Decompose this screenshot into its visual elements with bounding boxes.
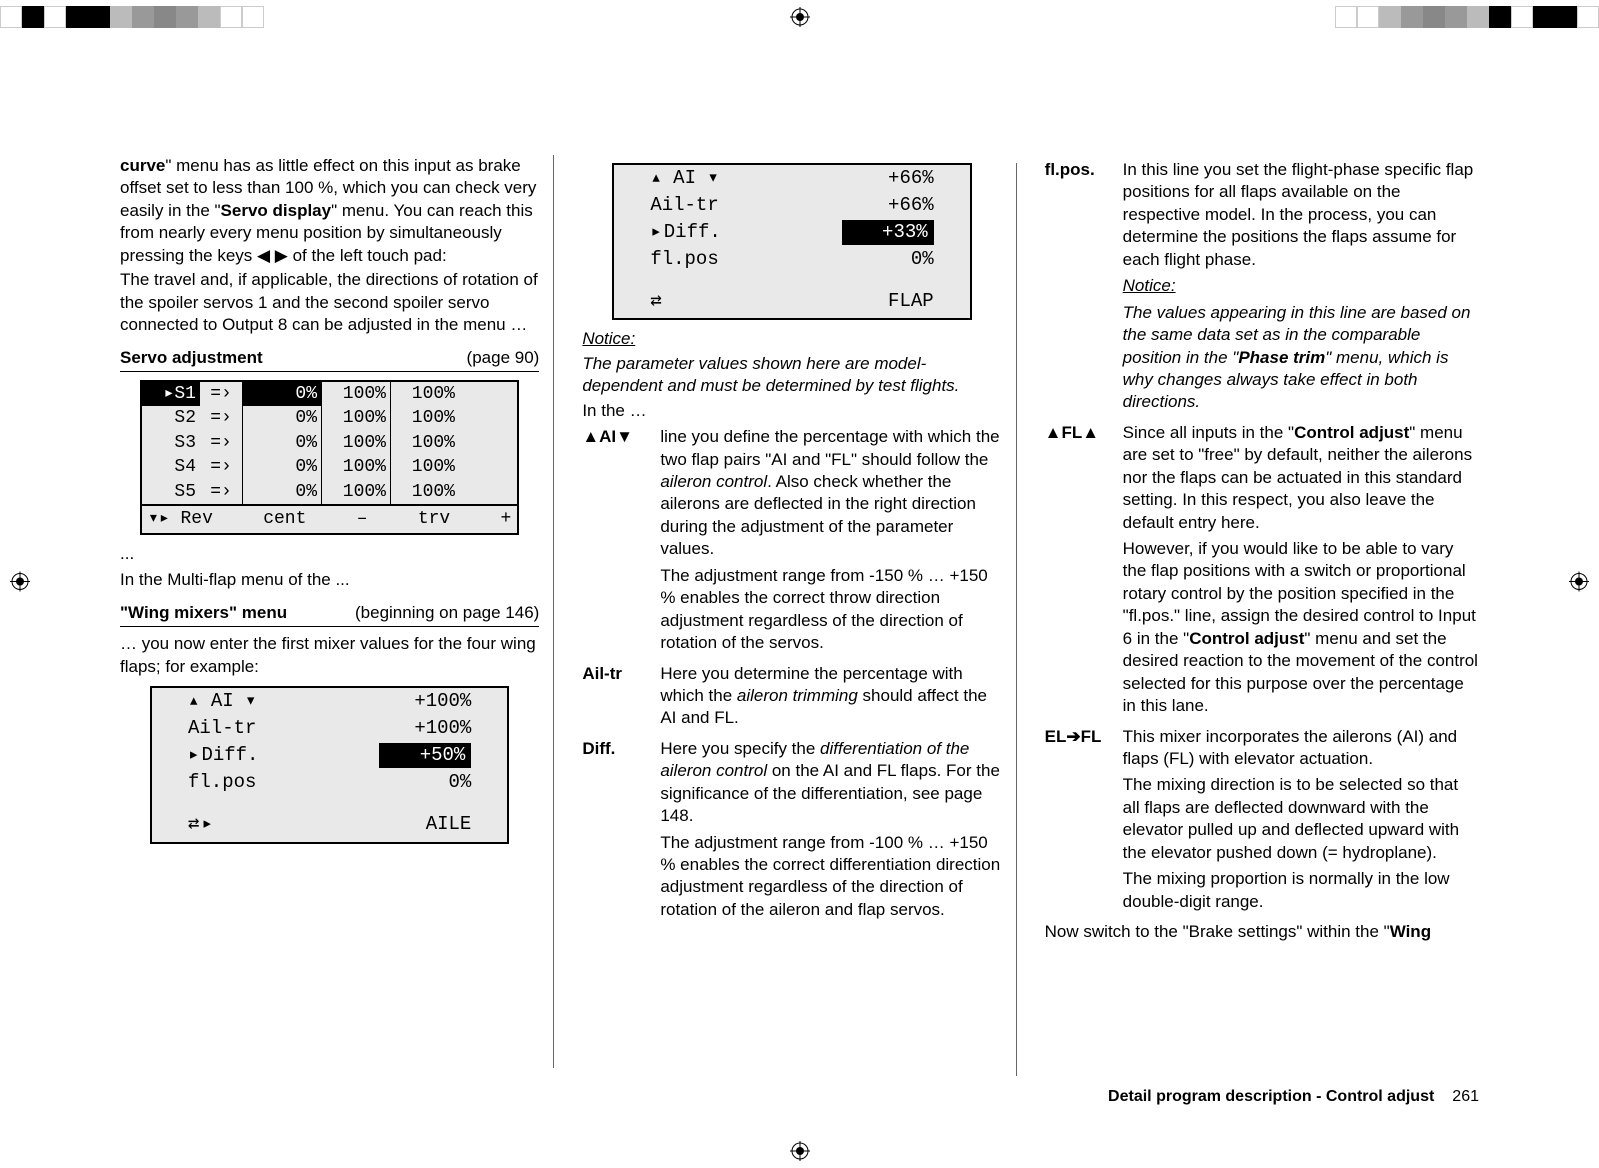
heading-label: "Wing mixers" menu [120,602,287,624]
page-ref: (page 90) [467,347,540,369]
body-text: In the Multi-flap menu of the ... [120,569,539,591]
section-heading: Servo adjustment (page 90) [120,347,539,372]
page-number: 261 [1452,1088,1479,1106]
page-ref: (beginning on page 146) [355,602,539,624]
definition-term: ▲FL▲ [1045,422,1123,722]
footer-title: Detail program description - Control adj… [1108,1088,1434,1106]
definition-body: Here you determine the percentage with w… [660,663,1001,734]
notice-text: The parameter values shown here are mode… [582,353,1001,398]
definition-item: Ail-trHere you determine the percentage … [582,663,1001,734]
page-footer: Detail program description - Control adj… [120,1088,1479,1106]
definition-item: EL➔FLThis mixer incorporates the aileron… [1045,726,1479,918]
definition-term: EL➔FL [1045,726,1123,918]
servo-adjustment-table: ▸S1=›0%100%100%S2=›0%100%100%S3=›0%100%1… [140,380,519,535]
column-2: ▴ AI ▾+66%Ail-tr+66%Diff.+33%fl.pos0%⇄FL… [582,155,1016,1068]
body-text: curve" menu has as little effect on this… [120,155,539,267]
page: curve" menu has as little effect on this… [0,0,1599,1168]
definition-body: This mixer incorporates the ailerons (AI… [1123,726,1479,918]
section-heading: "Wing mixers" menu (beginning on page 14… [120,602,539,627]
definition-term: Diff. [582,738,660,926]
definition-body: line you define the percentage with whic… [660,426,1001,658]
column-3: fl.pos.In this line you set the flight-p… [1045,155,1479,1068]
content-columns: curve" menu has as little effect on this… [120,155,1479,1068]
heading-label: Servo adjustment [120,347,263,369]
crosshair-icon [1569,572,1589,597]
wing-mixer-box-aile: ▴ AI ▾+100%Ail-tr+100%Diff.+50%fl.pos0%⇄… [150,686,509,843]
notice-label: Notice: [582,328,1001,350]
definition-item: ▲AI▼line you define the percentage with … [582,426,1001,658]
reg-block-right [1335,6,1599,28]
definition-item: fl.pos.In this line you set the flight-p… [1045,159,1479,418]
definition-term: ▲AI▼ [582,426,660,658]
crosshair-icon [264,7,1335,27]
crosshair-icon [0,1141,1599,1161]
definition-term: Ail-tr [582,663,660,734]
crosshair-icon [10,572,30,597]
ellipsis: ... [120,543,539,565]
registration-marks-bottom [0,1134,1599,1168]
registration-marks-top [0,0,1599,34]
body-text: Now switch to the "Brake settings" withi… [1045,921,1479,943]
definition-body: In this line you set the flight-phase sp… [1123,159,1479,418]
column-1: curve" menu has as little effect on this… [120,155,554,1068]
body-text: The travel and, if applicable, the direc… [120,269,539,336]
definition-item: Diff.Here you specify the differentiatio… [582,738,1001,926]
definition-body: Here you specify the differentiation of … [660,738,1001,926]
body-text: In the … [582,400,1001,422]
definition-body: Since all inputs in the "Control adjust"… [1123,422,1479,722]
reg-block-left [0,6,264,28]
body-text: … you now enter the first mixer values f… [120,633,539,678]
definition-item: ▲FL▲Since all inputs in the "Control adj… [1045,422,1479,722]
wing-mixer-box-flap: ▴ AI ▾+66%Ail-tr+66%Diff.+33%fl.pos0%⇄FL… [612,163,971,320]
definition-term: fl.pos. [1045,159,1123,418]
